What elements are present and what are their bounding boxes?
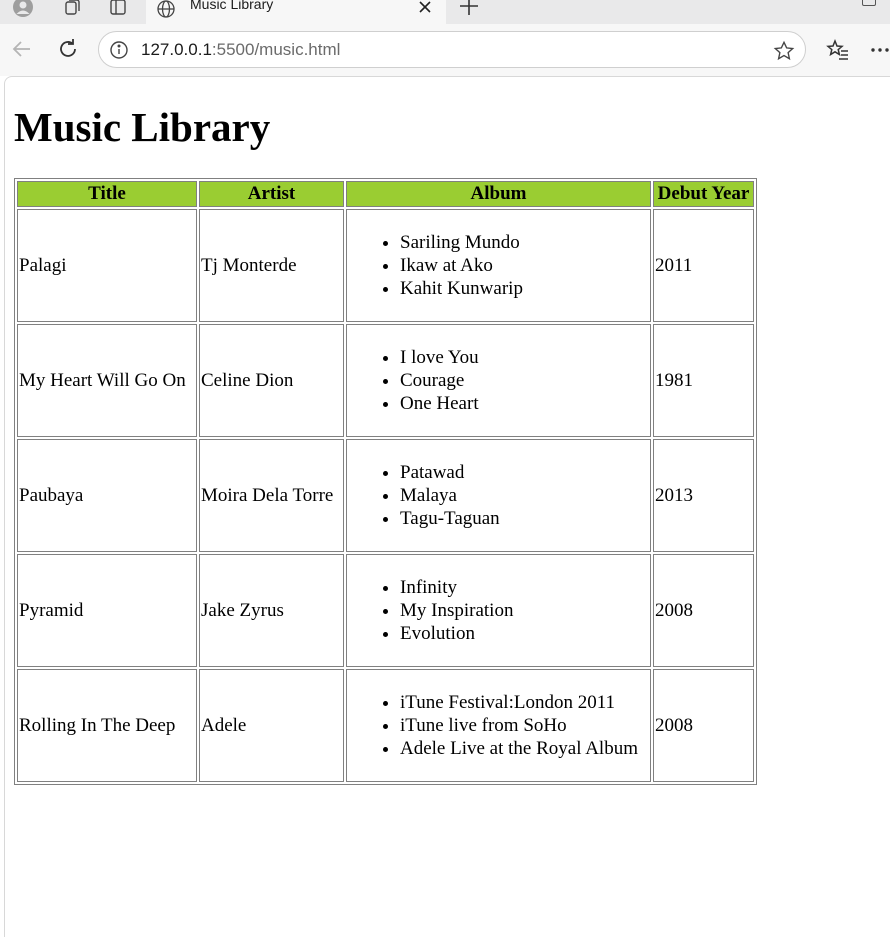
album-list: Infinity My Inspiration Evolution — [348, 576, 649, 645]
album-cell: Sariling Mundo Ikaw at Ako Kahit Kunwari… — [346, 209, 651, 322]
artist-cell: Celine Dion — [199, 324, 344, 437]
album-item: Tagu-Taguan — [400, 507, 649, 530]
title-cell: Pyramid — [17, 554, 197, 667]
table-row: Palagi Tj Monterde Sariling Mundo Ikaw a… — [17, 209, 754, 322]
url-text: 127.0.0.1:5500/music.html — [141, 40, 340, 60]
globe-icon — [157, 0, 175, 18]
year-cell: 2008 — [653, 669, 754, 782]
artist-cell: Moira Dela Torre — [199, 439, 344, 552]
table-header-row: Title Artist Album Debut Year — [17, 181, 754, 207]
column-header-debut-year: Debut Year — [653, 181, 754, 207]
album-item: One Heart — [400, 392, 649, 415]
table-row: Pyramid Jake Zyrus Infinity My Inspirati… — [17, 554, 754, 667]
album-item: Infinity — [400, 576, 649, 599]
address-bar[interactable]: 127.0.0.1:5500/music.html — [98, 31, 806, 68]
tab-strip: Music Library — [0, 0, 890, 24]
album-item: Evolution — [400, 622, 649, 645]
title-cell: Paubaya — [17, 439, 197, 552]
close-tab-icon[interactable] — [416, 0, 434, 16]
album-list: iTune Festival:London 2011 iTune live fr… — [348, 691, 649, 760]
album-item: Ikaw at Ako — [400, 254, 649, 277]
more-options-icon[interactable] — [870, 38, 890, 62]
artist-cell: Adele — [199, 669, 344, 782]
year-cell: 2013 — [653, 439, 754, 552]
album-item: Adele Live at the Royal Album — [400, 737, 649, 760]
year-cell: 2011 — [653, 209, 754, 322]
album-list: Sariling Mundo Ikaw at Ako Kahit Kunwari… — [348, 231, 649, 300]
table-row: Rolling In The Deep Adele iTune Festival… — [17, 669, 754, 782]
album-item: Malaya — [400, 484, 649, 507]
refresh-button[interactable] — [55, 36, 81, 62]
page-viewport: Music Library Title Artist Album Debut Y… — [4, 76, 890, 937]
album-item: Kahit Kunwarip — [400, 277, 649, 300]
album-item: I love You — [400, 346, 649, 369]
music-table: Title Artist Album Debut Year Palagi Tj … — [14, 178, 757, 785]
browser-toolbar: 127.0.0.1:5500/music.html — [0, 24, 890, 76]
page-title: Music Library — [14, 104, 271, 150]
workspaces-icon[interactable] — [58, 0, 86, 20]
album-cell: I love You Courage One Heart — [346, 324, 651, 437]
url-host: 127.0.0.1 — [141, 40, 212, 59]
new-tab-icon[interactable] — [456, 0, 482, 19]
column-header-album: Album — [346, 181, 651, 207]
album-cell: Infinity My Inspiration Evolution — [346, 554, 651, 667]
table-row: My Heart Will Go On Celine Dion I love Y… — [17, 324, 754, 437]
site-info-icon[interactable] — [109, 40, 129, 60]
tab-title: Music Library — [190, 0, 274, 12]
favorite-star-icon[interactable] — [773, 40, 795, 62]
profile-icon[interactable] — [9, 0, 37, 20]
back-arrow-icon — [12, 41, 30, 57]
album-cell: iTune Festival:London 2011 iTune live fr… — [346, 669, 651, 782]
title-cell: Palagi — [17, 209, 197, 322]
title-cell: Rolling In The Deep — [17, 669, 197, 782]
album-item: My Inspiration — [400, 599, 649, 622]
restore-window-icon[interactable] — [862, 0, 876, 6]
album-item: Sariling Mundo — [400, 231, 649, 254]
back-button[interactable] — [9, 36, 35, 62]
vertical-tabs-icon[interactable] — [104, 0, 132, 20]
favorites-icon[interactable] — [826, 38, 850, 62]
table-row: Paubaya Moira Dela Torre Patawad Malaya … — [17, 439, 754, 552]
title-cell: My Heart Will Go On — [17, 324, 197, 437]
album-list: I love You Courage One Heart — [348, 346, 649, 415]
album-list: Patawad Malaya Tagu-Taguan — [348, 461, 649, 530]
album-item: iTune Festival:London 2011 — [400, 691, 649, 714]
refresh-icon — [60, 39, 76, 57]
column-header-title: Title — [17, 181, 197, 207]
album-item: iTune live from SoHo — [400, 714, 649, 737]
tab-music-library[interactable]: Music Library — [146, 0, 446, 24]
column-header-artist: Artist — [199, 181, 344, 207]
album-item: Courage — [400, 369, 649, 392]
artist-cell: Jake Zyrus — [199, 554, 344, 667]
year-cell: 2008 — [653, 554, 754, 667]
album-cell: Patawad Malaya Tagu-Taguan — [346, 439, 651, 552]
url-path: :5500/music.html — [211, 40, 341, 59]
artist-cell: Tj Monterde — [199, 209, 344, 322]
album-item: Patawad — [400, 461, 649, 484]
year-cell: 1981 — [653, 324, 754, 437]
